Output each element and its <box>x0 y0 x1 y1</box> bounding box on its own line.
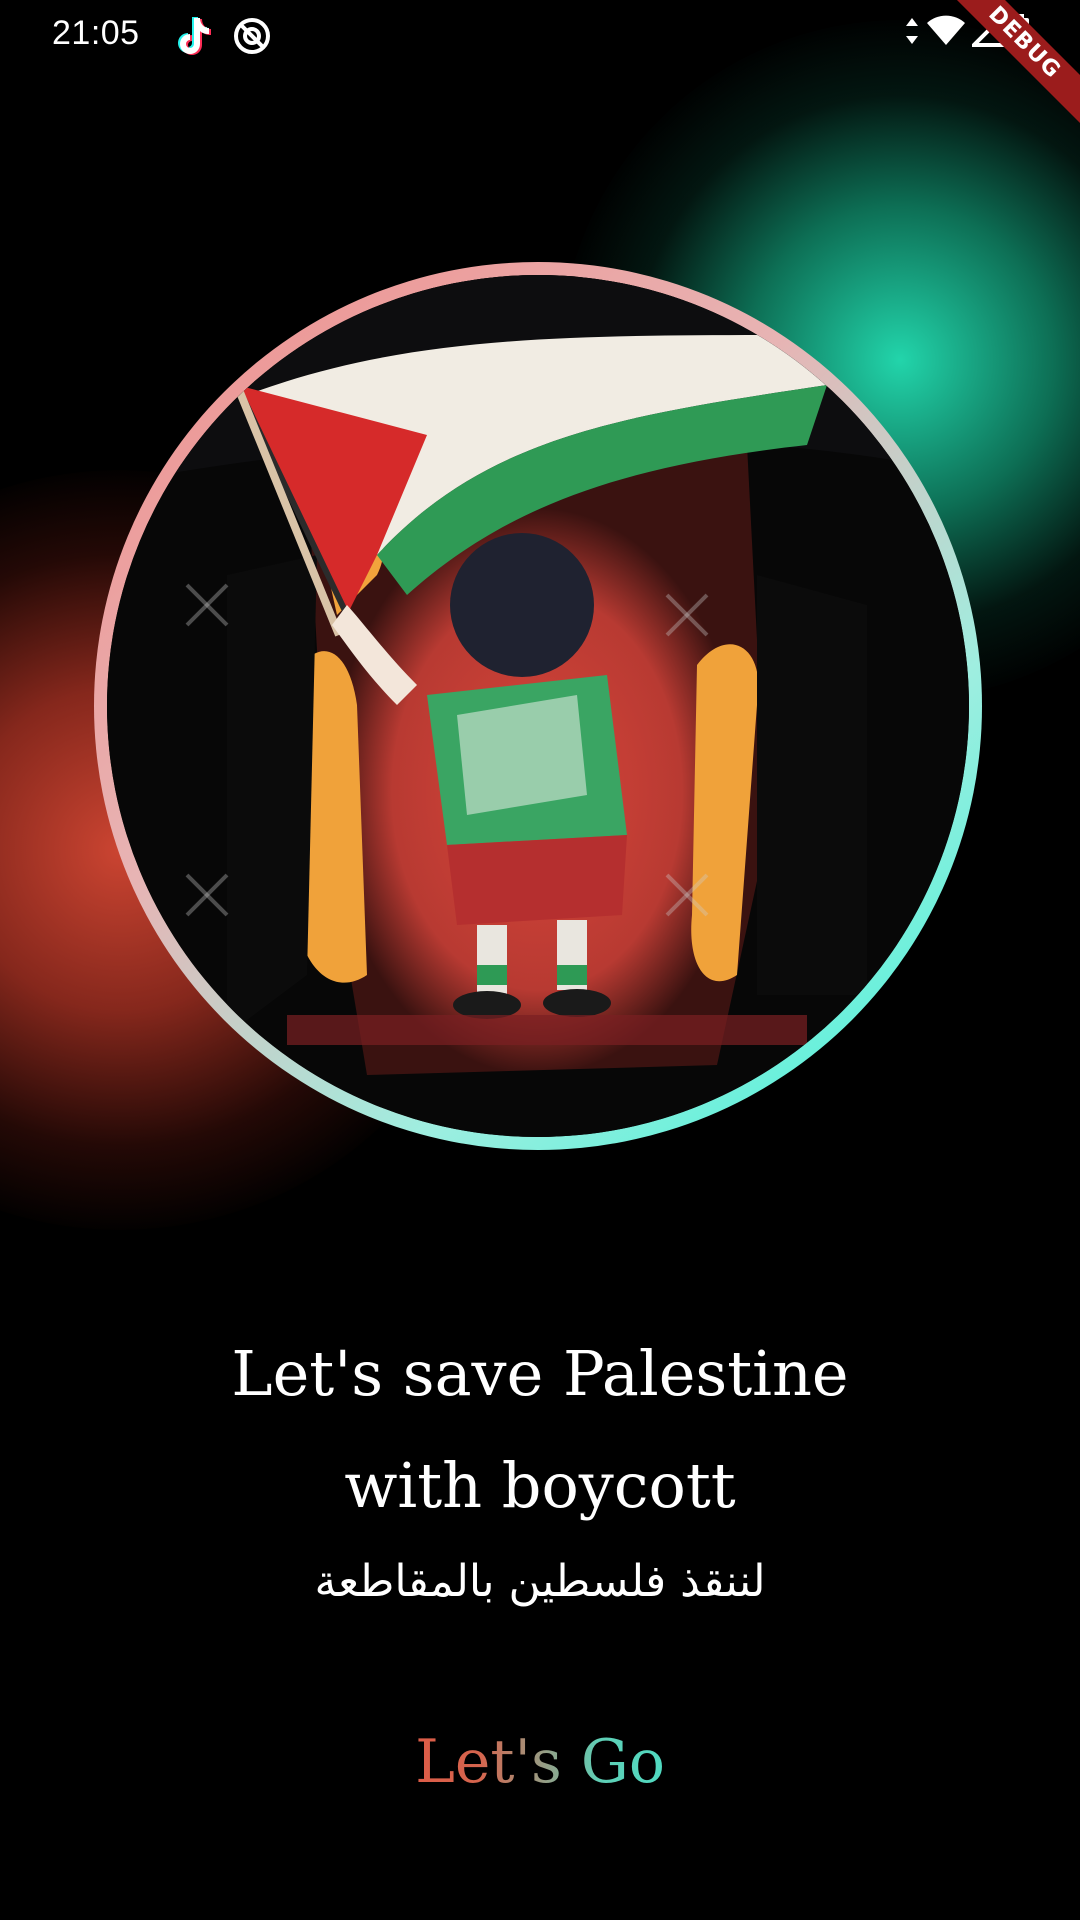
palestine-child-flag-illustration <box>107 275 969 1137</box>
data-arrows-icon <box>904 16 920 50</box>
wifi-icon <box>926 15 966 51</box>
onboarding-screen: 21:05 DEBUG Let's save Palestine with bo… <box>0 0 1080 1920</box>
status-bar: 21:05 DEBUG <box>0 0 1080 126</box>
lets-go-button[interactable]: Let's Go <box>340 1714 740 1810</box>
at-sign-icon <box>232 16 272 56</box>
arabic-subtitle: لننقذ فلسطين بالمقاطعة <box>314 1556 766 1607</box>
headline-line-1: Let's save Palestine <box>231 1337 849 1410</box>
headline: Let's save Palestine with boycott <box>0 1318 1080 1542</box>
tiktok-icon <box>172 14 212 56</box>
headline-line-2: with boycott <box>344 1449 736 1522</box>
status-time: 21:05 <box>52 14 140 52</box>
